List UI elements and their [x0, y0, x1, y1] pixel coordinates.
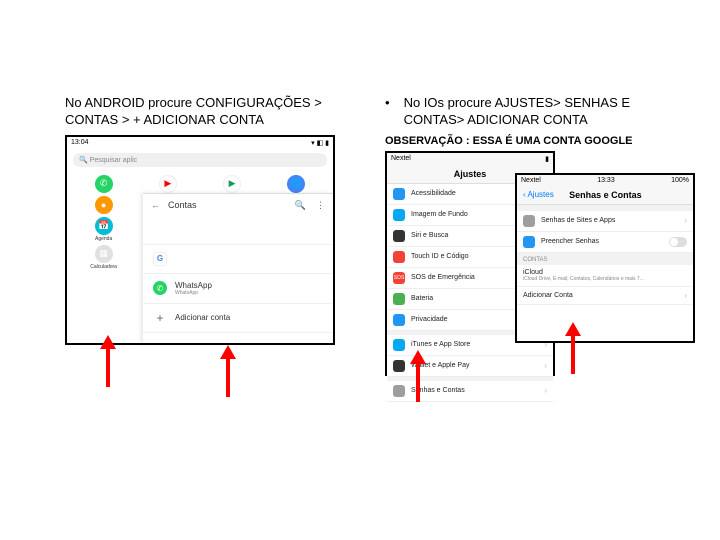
- whatsapp-icon: ✆: [153, 281, 167, 295]
- row-site-passwords[interactable]: Senhas de Sites e Apps›: [517, 211, 693, 232]
- account-row-blank[interactable]: [143, 217, 333, 245]
- appstore-icon: [393, 339, 405, 351]
- row-add-account[interactable]: Adicionar Conta›: [517, 287, 693, 305]
- search-icon: 🔍: [79, 157, 88, 164]
- agenda-icon[interactable]: 📅: [95, 217, 113, 235]
- row-autofill[interactable]: Preencher Senhas: [517, 232, 693, 253]
- search-icon[interactable]: 🔍: [295, 200, 306, 211]
- privacy-icon: [393, 314, 405, 326]
- app-icon[interactable]: ●: [95, 196, 113, 214]
- status-icons: ▾ ◧ ▮: [311, 139, 329, 147]
- calc-icon[interactable]: ▦: [95, 245, 113, 263]
- wallpaper-icon: [393, 209, 405, 221]
- ios-heading: • No IOs procure AJUSTES> SENHAS E CONTA…: [385, 95, 685, 129]
- siri-icon: [393, 230, 405, 242]
- android-heading: No ANDROID procure CONFIGURAÇÕES > CONTA…: [65, 95, 345, 129]
- ios-statusbar: Nextel▮: [387, 153, 553, 165]
- contas-section: CONTAS: [517, 253, 693, 265]
- arrow-icon: [565, 322, 581, 374]
- back-icon[interactable]: ←: [151, 200, 160, 210]
- observation-text: OBSERVAÇÃO : ESSA É UMA CONTA GOOGLE: [385, 135, 685, 147]
- browser-icon[interactable]: 🌐: [287, 175, 305, 193]
- app-search[interactable]: 🔍 Pesquisar aplic: [73, 153, 327, 167]
- key-icon: [523, 215, 535, 227]
- row-icloud[interactable]: iCloud iCloud Drive, E-mail, Contatos, C…: [517, 265, 693, 287]
- youtube-icon[interactable]: ▶: [159, 175, 177, 193]
- chevron-icon: ›: [684, 216, 687, 225]
- accessibility-icon: [393, 188, 405, 200]
- contas-title: Contas: [168, 200, 197, 210]
- whatsapp-icon[interactable]: ✆: [95, 175, 113, 193]
- touchid-icon: [393, 251, 405, 263]
- add-account-row[interactable]: + Adicionar conta: [143, 304, 333, 333]
- key-icon: [393, 385, 405, 397]
- status-time: 13:04: [71, 139, 89, 146]
- chevron-icon: ›: [544, 386, 547, 395]
- contas-panel: ← Contas 🔍⋮ G ✆ WhatsAppWhatsApp + Adi: [143, 193, 333, 343]
- more-icon[interactable]: ⋮: [316, 200, 325, 211]
- autofill-icon: [523, 236, 535, 248]
- account-row-whatsapp[interactable]: ✆ WhatsAppWhatsApp: [143, 274, 333, 304]
- account-row-google[interactable]: G: [143, 245, 333, 274]
- contas-header: ← Contas 🔍 ⋮: [143, 194, 333, 217]
- chevron-icon: ›: [684, 291, 687, 300]
- wallet-icon: [393, 360, 405, 372]
- android-frame: 13:04 ▾ ◧ ▮ 🔍 Pesquisar aplic ✆ ▶ ▶ 🌐 ● …: [65, 135, 335, 345]
- ios-column: • No IOs procure AJUSTES> SENHAS E CONTA…: [385, 95, 685, 381]
- arrow-icon: [220, 345, 236, 397]
- android-statusbar: 13:04 ▾ ◧ ▮: [67, 137, 333, 149]
- chevron-icon: ›: [544, 361, 547, 370]
- ios-statusbar-2: Nextel 13:33 100%: [517, 175, 693, 186]
- sos-icon: SOS: [393, 272, 405, 284]
- battery-icon: [393, 293, 405, 305]
- ios-senhas-frame: Nextel 13:33 100% ‹ Ajustes Senhas e Con…: [515, 173, 695, 343]
- autofill-toggle[interactable]: [669, 237, 687, 247]
- plus-icon: +: [153, 311, 167, 325]
- arrow-icon: [410, 350, 426, 402]
- senhas-header: ‹ Ajustes Senhas e Contas: [517, 186, 693, 205]
- play-icon[interactable]: ▶: [223, 175, 241, 193]
- google-icon: G: [153, 252, 167, 266]
- arrow-icon: [100, 335, 116, 387]
